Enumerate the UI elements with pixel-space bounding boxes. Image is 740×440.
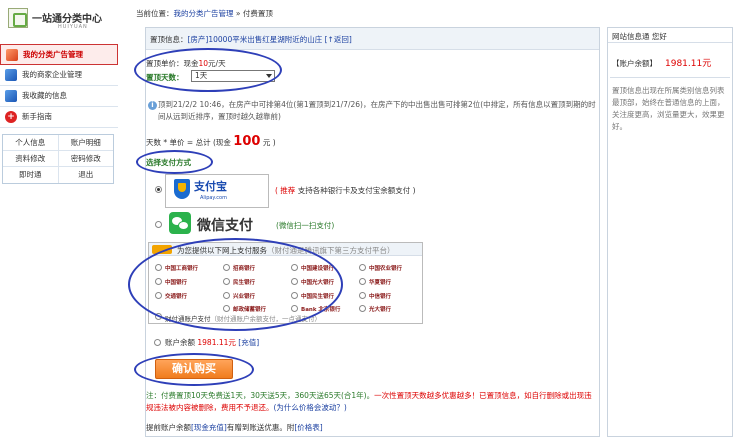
total-text: 天数 * 单价 = 总计 (现金 — [146, 138, 231, 147]
ranking-notice: 顶到21/2/2 10:46，在房产中可排第4位(第1置顶到21/7/26)，在… — [158, 100, 596, 121]
wechat-name: 微信支付 — [197, 218, 253, 234]
alipay-description: ( 推荐 支持各种银行卡及支付宝余额支付 ) — [275, 185, 416, 196]
total-unit: 元 ) — [262, 138, 276, 147]
back-link[interactable]: [↑返回] — [325, 35, 352, 44]
balance-pay-option[interactable]: 账户余额 1981.11元 [充值] — [154, 337, 259, 348]
breadcrumb-link[interactable]: 我的分类广告管理 — [174, 9, 234, 18]
bank-name: 华夏银行 — [369, 280, 392, 286]
bank-radio[interactable] — [359, 305, 366, 312]
note-prefix: 注：付费置顶10天免费送1天，30天送5天，360天送65天(合1年)。 — [146, 391, 375, 400]
promo-note: 注：付费置顶10天免费送1天，30天送5天，360天送65天(合1年)。一次性置… — [146, 390, 596, 414]
total-amount: 100 — [233, 134, 261, 149]
info-label: 置顶信息： — [150, 35, 188, 44]
account-links-grid: 个人信息 账户明细 资料修改 密码修改 即时通 退出 — [2, 134, 114, 184]
sidebar-item-label: 我的商家企业管理 — [22, 70, 82, 79]
highlight-ellipse — [128, 238, 343, 331]
sidebar-item-ad-management[interactable]: 我的分类广告管理 — [0, 44, 118, 65]
cash-recharge-link[interactable]: [现金充值] — [191, 423, 227, 432]
right-description: 置顶信息出现在所属类别信息列表最顶部，始终在普通信息的上面，关注度更高，浏览量更… — [612, 86, 725, 131]
sidebar-item-favorites[interactable]: 我收藏的信息 — [0, 86, 118, 107]
alipay-shield-icon — [174, 179, 190, 199]
top-info-line: 置顶信息：[房产]10000平米出售红星湖附近的山庄 [↑返回] — [150, 34, 352, 45]
instant-messenger-link[interactable]: 即时通 — [3, 167, 59, 183]
divider — [610, 77, 730, 78]
logo-icon — [8, 8, 28, 28]
breadcrumb-separator: » — [233, 9, 243, 18]
price-table-link[interactable]: [价格表] — [294, 423, 322, 432]
bottom-text: 提前账户余额 — [146, 423, 191, 432]
edit-profile-link[interactable]: 资料修改 — [3, 151, 59, 166]
info-icon: i — [148, 101, 157, 110]
balance-label: 账户余额 — [165, 338, 195, 347]
price-fluctuation-link[interactable]: (为什么价格会波动？) — [274, 403, 347, 412]
logo-title: 一站通分类中心 — [32, 14, 102, 25]
bank-radio[interactable] — [359, 264, 366, 271]
balance-radio[interactable] — [154, 339, 161, 346]
alipay-name: 支付宝 — [194, 180, 227, 193]
wechat-pay-option[interactable]: 微信支付 — [165, 209, 273, 239]
sidebar-item-guide[interactable]: + 新手指南 — [0, 107, 118, 128]
breadcrumb: 当前位置：我的分类广告管理 » 付费置顶 — [136, 8, 273, 19]
sidebar-item-label: 我收藏的信息 — [22, 91, 67, 100]
greeting: 网站信息通 您好 — [612, 32, 667, 41]
alipay-desc-text: 支持各种银行卡及支付宝余额支付 ) — [297, 186, 416, 195]
recharge-link[interactable]: [充值] — [238, 338, 259, 347]
sidebar-item-label: 我的分类广告管理 — [23, 50, 83, 59]
alipay-radio[interactable] — [155, 186, 162, 193]
wechat-icon — [169, 212, 191, 234]
bottom-mid: 有赠到账送优惠。附 — [226, 423, 295, 432]
right-balance-label: 【账户余额】 — [612, 59, 657, 68]
logout-link[interactable]: 退出 — [59, 167, 114, 183]
account-detail-link[interactable]: 账户明细 — [59, 135, 114, 150]
bottom-line: 提前账户余额[现金充值]有赠到账送优惠。附[价格表] — [146, 422, 323, 433]
right-balance: 【账户余额】 1981.11元 — [612, 56, 711, 69]
wechat-description: (微信扫一扫支付) — [276, 221, 335, 230]
change-password-link[interactable]: 密码修改 — [59, 151, 114, 166]
alipay-option[interactable]: 支付宝 Alipay.com — [165, 174, 269, 208]
cube-icon — [6, 49, 18, 61]
bank-name: 光大银行 — [369, 307, 392, 313]
info-title-link[interactable]: [房产]10000平米出售红星湖附近的山庄 — [188, 35, 323, 44]
bank-name: 中信银行 — [369, 294, 392, 300]
highlight-ellipse — [134, 48, 282, 92]
balance-amount: 1981.11元 — [197, 338, 236, 347]
breadcrumb-prefix: 当前位置： — [136, 9, 174, 18]
sidebar-item-business-management[interactable]: 我的商家企业管理 — [0, 65, 118, 86]
total-line: 天数 * 单价 = 总计 (现金 100 元 ) — [146, 134, 276, 149]
help-icon: + — [5, 111, 17, 123]
sidebar: 我的分类广告管理 我的商家企业管理 我收藏的信息 + 新手指南 个人信息 账户明… — [0, 44, 118, 184]
right-panel-header: 网站信息通 您好 — [608, 28, 732, 43]
bank-name: 中国农业银行 — [369, 266, 403, 272]
right-balance-amount: 1981.11元 — [665, 59, 712, 69]
highlight-ellipse — [136, 150, 213, 174]
bank-radio[interactable] — [359, 292, 366, 299]
sidebar-item-label: 新手指南 — [22, 112, 52, 121]
personal-info-link[interactable]: 个人信息 — [3, 135, 59, 150]
breadcrumb-current: 付费置顶 — [242, 9, 273, 18]
logo-subtitle: HUIYUAN — [58, 24, 88, 30]
alipay-recommend: ( 推荐 — [275, 186, 296, 195]
bank-radio[interactable] — [359, 278, 366, 285]
wechat-radio[interactable] — [155, 221, 162, 228]
cube-icon — [5, 90, 17, 102]
cube-icon — [5, 69, 17, 81]
alipay-url: Alipay.com — [200, 195, 227, 201]
site-logo[interactable]: 一站通分类中心 HUIYUAN — [8, 6, 116, 32]
highlight-ellipse — [134, 353, 254, 386]
